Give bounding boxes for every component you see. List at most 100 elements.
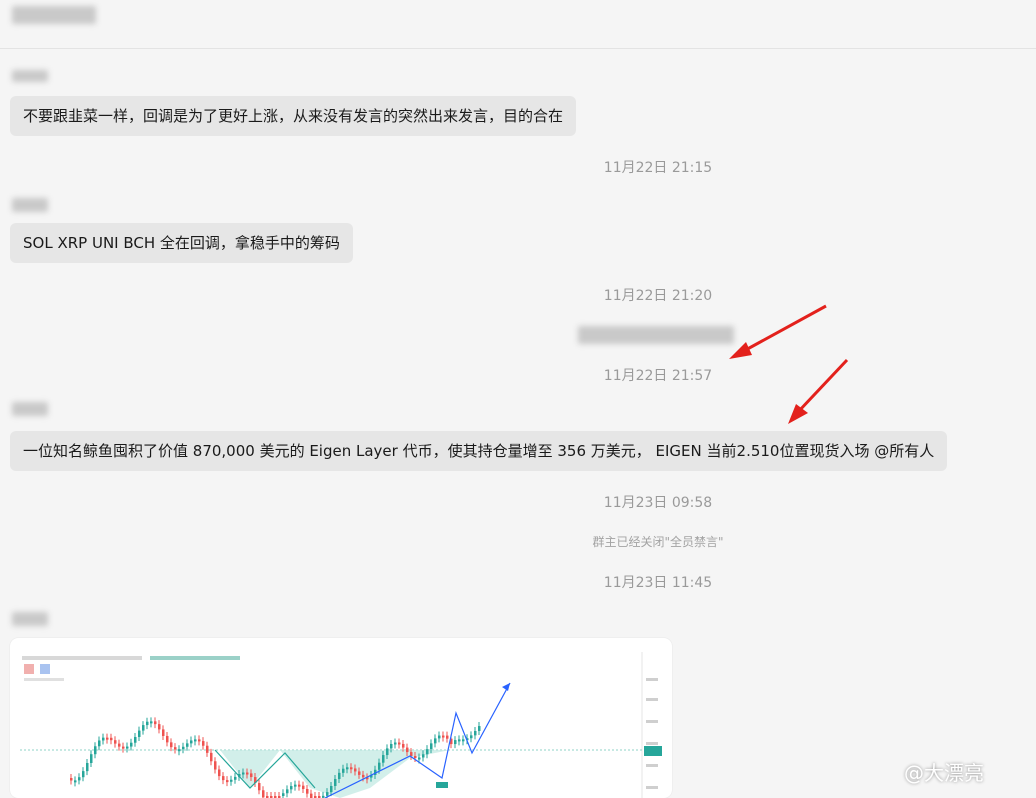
arrow-head-icon — [729, 342, 752, 359]
candle-body — [126, 746, 129, 749]
candle-body — [146, 721, 149, 726]
chat-title-blurred — [12, 6, 96, 24]
candle-body — [422, 754, 425, 758]
candle-body — [78, 777, 81, 781]
candle-body — [70, 778, 73, 781]
candle-body — [262, 790, 265, 798]
candle-body — [138, 730, 141, 737]
candle-body — [290, 786, 293, 790]
candle-body — [178, 749, 181, 752]
candle-body — [142, 725, 145, 731]
sender-avatar-blurred — [12, 70, 48, 82]
candle-body — [402, 743, 405, 748]
candle-body — [390, 743, 393, 749]
candle-body — [430, 743, 433, 750]
candle-body — [462, 739, 465, 742]
candle-body — [174, 747, 177, 750]
candle-body — [106, 737, 109, 740]
candle-body — [74, 780, 77, 783]
candle-body — [102, 737, 105, 741]
candle-body — [398, 742, 401, 745]
candle-body — [214, 761, 217, 770]
candle-body — [286, 789, 289, 794]
candle-body — [154, 721, 157, 725]
sender-avatar-blurred — [12, 402, 48, 416]
message-bubble[interactable]: 不要跟韭菜一样，回调是为了更好上涨，从来没有发言的突然出来发言，目的合在 — [10, 96, 577, 136]
candle-body — [386, 748, 389, 756]
candle-body — [242, 772, 245, 775]
candle-body — [130, 742, 133, 747]
candle-body — [202, 741, 205, 746]
candle-body — [186, 743, 189, 747]
candle-body — [158, 724, 161, 730]
candle-body — [458, 739, 461, 742]
candle-body — [478, 726, 481, 731]
candle-body — [182, 746, 185, 750]
candle-body — [234, 776, 237, 780]
candle-body — [90, 754, 93, 763]
candle-body — [206, 745, 209, 753]
candle-body — [250, 773, 253, 778]
candle-body — [446, 735, 449, 739]
timestamp: 11月22日 21:15 — [603, 160, 713, 176]
candle-body — [442, 735, 445, 738]
candle-body — [330, 785, 333, 793]
trading-chart-image — [20, 652, 662, 798]
candle-body — [122, 746, 125, 749]
message-bubble[interactable]: 一位知名鲸鱼囤积了价值 870,000 美元的 Eigen Layer 代币，使… — [10, 431, 948, 471]
candle-body — [378, 762, 381, 770]
candle-body — [282, 793, 285, 796]
candle-body — [474, 730, 477, 736]
message-text: SOL XRP UNI BCH 全在回调，拿稳手中的筹码 — [23, 234, 340, 252]
candle-body — [346, 767, 349, 770]
candle-body — [350, 767, 353, 770]
candle-body — [454, 740, 457, 745]
candle-body — [358, 771, 361, 775]
message-bubble[interactable]: SOL XRP UNI BCH 全在回调，拿稳手中的筹码 — [10, 223, 353, 263]
candle-body — [426, 749, 429, 755]
candle-body — [414, 756, 417, 759]
candle-body — [170, 742, 173, 748]
candle-body — [118, 743, 121, 747]
candle-body — [410, 752, 413, 757]
sender-avatar-blurred — [12, 198, 48, 212]
candle-body — [114, 740, 117, 744]
candle-body — [94, 746, 97, 755]
candle-body — [354, 768, 357, 772]
candle-body — [134, 736, 137, 743]
message-text: 一位知名鲸鱼囤积了价值 870,000 美元的 Eigen Layer 代币，使… — [23, 442, 935, 460]
candle-body — [406, 747, 409, 753]
candle-body — [470, 735, 473, 739]
candle-body — [150, 721, 153, 724]
candle-body — [334, 779, 337, 786]
candle-body — [302, 785, 305, 789]
candle-body — [310, 793, 313, 798]
timestamp: 11月23日 09:58 — [603, 495, 713, 511]
arrow-head-icon — [788, 404, 808, 424]
candle-body — [258, 783, 261, 791]
chat-header — [0, 0, 1036, 49]
candle-body — [342, 768, 345, 773]
candle-body — [86, 762, 89, 772]
candle-body — [194, 739, 197, 742]
candle-body — [434, 738, 437, 744]
candle-body — [362, 774, 365, 778]
candle-body — [418, 757, 421, 760]
candle-body — [210, 752, 213, 762]
candle-body — [438, 735, 441, 739]
candle-body — [306, 788, 309, 794]
message-text: 不要跟韭菜一样，回调是为了更好上涨，从来没有发言的突然出来发言，目的合在 — [23, 107, 564, 125]
candle-body — [98, 740, 101, 747]
candle-body — [246, 772, 249, 775]
blurred-message — [578, 326, 734, 344]
candle-body — [110, 737, 113, 741]
candle-body — [326, 792, 329, 796]
timestamp: 11月22日 21:20 — [603, 288, 713, 304]
timestamp: 11月23日 11:45 — [603, 575, 713, 591]
chart-image-message[interactable] — [10, 638, 672, 798]
candle-body — [222, 776, 225, 781]
candle-body — [230, 779, 233, 782]
candle-body — [382, 755, 385, 763]
candle-body — [166, 735, 169, 743]
watermark: @大漂亮 — [904, 761, 984, 785]
